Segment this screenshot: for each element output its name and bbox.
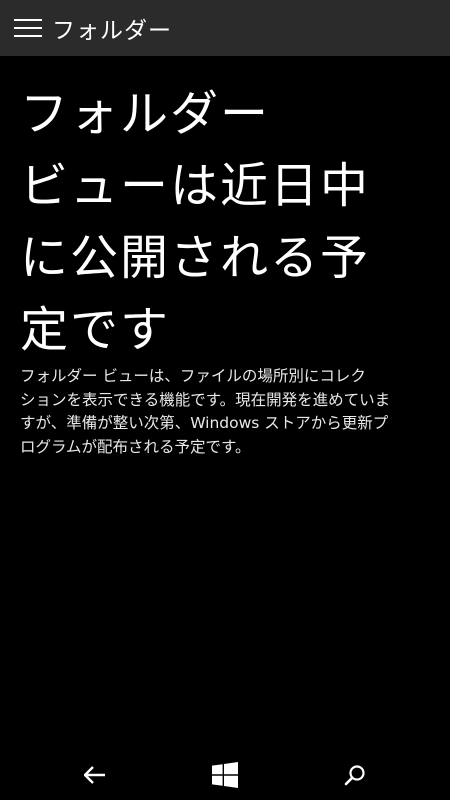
headline-line: 定です [20,302,171,358]
main-content: フォルダー ビューは近日中 に公開される予 定です フォルダー ビューは、ファイ… [0,56,450,750]
app-bar: フォルダー [0,0,450,56]
start-button[interactable] [200,750,250,800]
app-title: フォルダー [52,18,172,44]
description-line: フォルダー ビューは、ファイルの場所別にコレク [20,367,366,385]
hamburger-menu-icon [14,19,42,37]
back-arrow-icon [84,766,105,784]
back-button[interactable] [70,750,120,800]
description-line: ログラムが配布される予定です。 [20,437,251,456]
headline-line: に公開される予 [20,230,371,286]
description-line: ションを表示できる機能です。現在開発を進めていま [20,390,391,409]
headline-line: フォルダー [20,86,271,142]
description-line: すが、準備が整い次第、Windows ストアから更新プ [20,414,389,432]
search-button[interactable] [330,750,380,800]
system-navigation-bar [0,750,450,800]
hamburger-menu-button[interactable] [0,0,56,56]
search-icon [344,765,365,786]
headline: フォルダー ビューは近日中 に公開される予 定です [20,78,430,366]
windows-logo-icon [212,762,238,788]
description-text: フォルダー ビューは、ファイルの場所別にコレク ションを表示できる機能です。現在… [20,365,444,459]
headline-line: ビューは近日中 [20,158,371,214]
